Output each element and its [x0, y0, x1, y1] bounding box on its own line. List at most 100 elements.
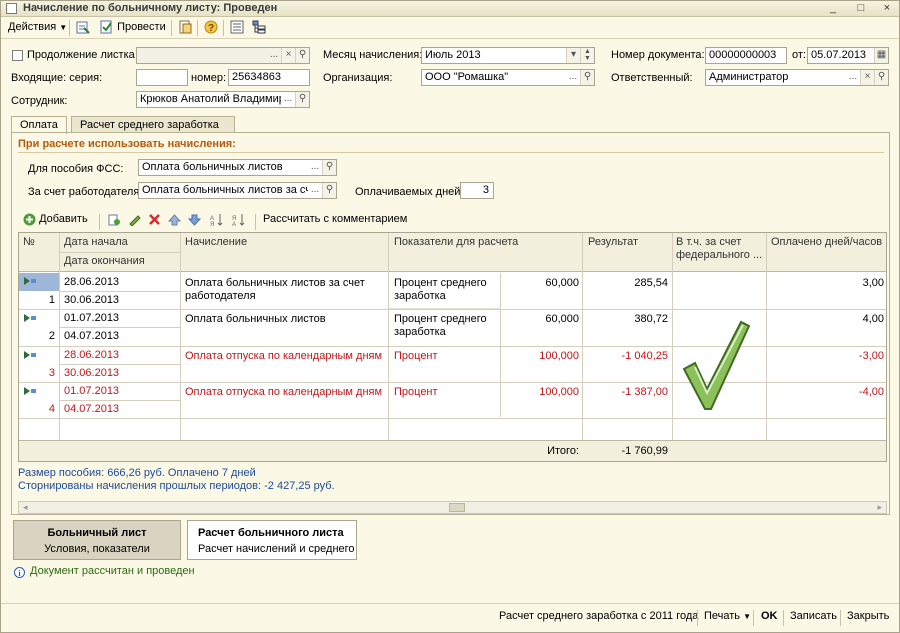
- sort-asc-button[interactable]: АЯ: [207, 211, 226, 229]
- number-field[interactable]: 25634863: [228, 69, 310, 86]
- employee-field[interactable]: Крюков Анатолий Владимиро ... ⚲: [136, 91, 310, 108]
- document-tree-button[interactable]: [249, 19, 269, 37]
- row-end-date: 30.06.2013: [64, 367, 120, 379]
- avg-calc-button[interactable]: Расчет среднего заработка с 2011 года: [499, 610, 698, 622]
- search-icon[interactable]: ⚲: [295, 92, 309, 107]
- month-label: Месяц начисления:: [323, 49, 423, 61]
- calendar-icon[interactable]: ▦: [874, 48, 888, 63]
- help-button[interactable]: ?: [201, 19, 221, 37]
- month-field[interactable]: Июль 2013 ▾ ▲ ▼: [421, 47, 595, 64]
- close-button[interactable]: Закрыть: [847, 610, 889, 622]
- section-divider: [18, 152, 884, 153]
- row-result: 285,54: [634, 277, 668, 289]
- search-icon[interactable]: ⚲: [580, 70, 594, 85]
- row-start-date: 28.06.2013: [64, 276, 120, 288]
- chevron-down-icon[interactable]: ▾: [566, 48, 580, 63]
- list-view-button[interactable]: [227, 19, 247, 37]
- status-message: Документ рассчитан и проведен: [30, 565, 195, 577]
- row-number: 2: [48, 330, 55, 342]
- responsible-field[interactable]: Администратор ... × ⚲: [705, 69, 889, 86]
- post-button[interactable]: Провести: [97, 19, 169, 37]
- search-icon[interactable]: ⚲: [874, 70, 888, 85]
- tab-sick-leave-calc[interactable]: Расчет больничного листа Расчет начислен…: [187, 520, 357, 560]
- move-up-button[interactable]: [165, 211, 184, 229]
- number-value: 25634863: [232, 71, 281, 83]
- row-number: 3: [48, 367, 55, 379]
- row-result: -1 040,25: [621, 350, 668, 362]
- window-title: Начисление по больничному листу: Проведе…: [23, 2, 278, 14]
- delete-row-button[interactable]: [145, 211, 164, 229]
- docnum-field[interactable]: 00000000003: [705, 47, 787, 64]
- title-bar: Начисление по больничному листу: Проведе…: [1, 1, 899, 17]
- ok-button[interactable]: OK: [761, 610, 778, 622]
- paid-days-field[interactable]: 3: [460, 182, 494, 199]
- post-and-close-button[interactable]: [73, 19, 93, 37]
- save-button[interactable]: Записать: [790, 610, 837, 622]
- search-icon[interactable]: ⚲: [295, 48, 309, 63]
- table-row[interactable]: 3 28.06.2013 30.06.2013 Оплата отпуска п…: [19, 347, 886, 383]
- row-start-date: 01.07.2013: [64, 312, 120, 324]
- add-row-button[interactable]: Добавить: [20, 211, 91, 229]
- table-header: № Дата начала Дата окончания Начисление …: [19, 233, 886, 272]
- clear-icon[interactable]: ×: [281, 48, 295, 63]
- accruals-table[interactable]: № Дата начала Дата окончания Начисление …: [18, 232, 887, 462]
- print-menu-button[interactable]: Печать ▼: [704, 610, 751, 622]
- table-row[interactable]: 2 01.07.2013 04.07.2013 Оплата больничны…: [19, 310, 886, 346]
- clear-icon[interactable]: ×: [860, 70, 874, 85]
- row-end-date: 04.07.2013: [64, 403, 120, 415]
- scroll-thumb[interactable]: [449, 503, 465, 512]
- minimize-button[interactable]: _: [824, 1, 842, 16]
- fss-label: Для пособия ФСС:: [28, 163, 124, 175]
- ellipsis-icon[interactable]: ...: [267, 48, 281, 63]
- toolbar-separator: [197, 20, 198, 36]
- row-subdivider: [60, 364, 181, 365]
- move-down-button[interactable]: [185, 211, 204, 229]
- totals-row: Итого: -1 760,99: [19, 440, 886, 461]
- scroll-left-icon[interactable]: ◂: [23, 502, 28, 513]
- col-result: Результат: [588, 236, 639, 248]
- horizontal-scrollbar[interactable]: ◂ ▸: [18, 501, 887, 514]
- tab-sick-leave[interactable]: Больничный лист Условия, показатели: [13, 520, 181, 560]
- ellipsis-icon[interactable]: ...: [308, 160, 322, 175]
- date-field[interactable]: 05.07.2013 ▦: [807, 47, 889, 64]
- delete-icon: [149, 213, 160, 225]
- col-start-date: Дата начала: [64, 236, 128, 248]
- row-accrual: Оплата больничных листов: [185, 313, 326, 325]
- actions-menu-button[interactable]: Действия ▼: [5, 19, 70, 37]
- table-row[interactable]: 1 28.06.2013 30.06.2013 Оплата больничны…: [19, 273, 886, 309]
- ellipsis-icon[interactable]: ...: [566, 70, 580, 85]
- series-field[interactable]: [136, 69, 188, 86]
- info-icon: i: [14, 567, 25, 578]
- employer-field[interactable]: Оплата больничных листов за сче ... ⚲: [138, 182, 337, 199]
- list-icon: [230, 20, 244, 34]
- ellipsis-icon[interactable]: ...: [846, 70, 860, 85]
- sort-desc-button[interactable]: ЯА: [229, 211, 248, 229]
- dropdown-arrow-icon: ▼: [743, 612, 752, 621]
- search-icon[interactable]: ⚲: [322, 183, 336, 198]
- org-label: Организация:: [323, 72, 393, 84]
- continuation-checkbox[interactable]: [12, 50, 23, 61]
- row-number: 1: [48, 294, 55, 306]
- spin-icon[interactable]: ▲ ▼: [580, 48, 594, 63]
- copy-row-button[interactable]: [105, 211, 124, 229]
- maximize-button[interactable]: □: [852, 1, 870, 16]
- edit-row-button[interactable]: [125, 211, 144, 229]
- row-accrual-icon: [24, 314, 36, 322]
- ellipsis-icon[interactable]: ...: [281, 92, 295, 107]
- scroll-right-icon[interactable]: ▸: [877, 502, 882, 513]
- close-window-button[interactable]: ×: [878, 1, 896, 16]
- table-row[interactable]: 4 01.07.2013 04.07.2013 Оплата отпуска п…: [19, 383, 886, 419]
- tab-average-earnings[interactable]: Расчет среднего заработка: [71, 116, 235, 133]
- fss-field[interactable]: Оплата больничных листов ... ⚲: [138, 159, 337, 176]
- ellipsis-icon[interactable]: ...: [308, 183, 322, 198]
- storno-info: Сторнированы начисления прошлых периодов…: [18, 480, 335, 492]
- continuation-field[interactable]: ... × ⚲: [136, 47, 310, 64]
- incoming-series-label: Входящие: серия:: [11, 72, 103, 84]
- row-indicator-name: Процент среднего заработка: [394, 313, 487, 338]
- search-icon[interactable]: ⚲: [322, 160, 336, 175]
- structure-button[interactable]: [175, 19, 195, 37]
- docnum-value: 00000000003: [709, 49, 777, 61]
- calculate-with-comment-button[interactable]: Рассчитать с комментарием: [260, 211, 410, 229]
- post-label: Провести: [117, 21, 166, 33]
- org-field[interactable]: ООО "Ромашка" ... ⚲: [421, 69, 595, 86]
